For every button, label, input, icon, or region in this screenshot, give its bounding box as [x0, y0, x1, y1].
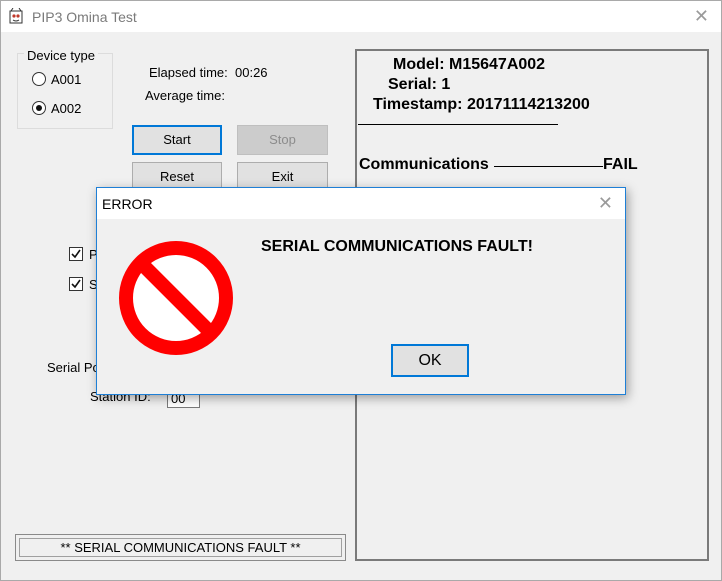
average-time-label: Average time:	[145, 88, 225, 103]
check-icon	[71, 249, 81, 259]
communications-leader	[494, 166, 603, 167]
radio-a002-label: A002	[51, 101, 82, 116]
ok-button[interactable]: OK	[391, 344, 469, 377]
communications-label: Communications	[359, 156, 489, 173]
checkbox-p[interactable]	[69, 247, 83, 261]
elapsed-time-value: 00:26	[235, 65, 268, 80]
device-type-label: Device type	[24, 48, 98, 63]
radio-a001-label: A001	[51, 72, 82, 87]
stop-icon	[119, 241, 233, 355]
radio-a002[interactable]	[32, 101, 46, 115]
serial-port-label: Serial Po	[47, 360, 100, 375]
communications-result: FAIL	[603, 156, 638, 173]
dialog-close-icon[interactable]: ✕	[598, 193, 613, 214]
dialog-title: ERROR	[102, 196, 153, 212]
model-text: Model: M15647A002	[393, 56, 546, 73]
dialog-title-bar: ERROR ✕	[97, 188, 625, 219]
check-icon	[71, 279, 81, 289]
results-divider	[358, 124, 558, 125]
status-bar: ** SERIAL COMMUNICATIONS FAULT **	[15, 534, 346, 561]
error-dialog: ERROR ✕ SERIAL COMMUNICATIONS FAULT! OK	[96, 187, 626, 395]
status-text: ** SERIAL COMMUNICATIONS FAULT **	[19, 538, 342, 557]
timestamp-text: Timestamp: 20171114213200	[373, 96, 590, 113]
start-button[interactable]: Start	[132, 125, 222, 155]
close-icon[interactable]: ✕	[694, 6, 709, 27]
dialog-message: SERIAL COMMUNICATIONS FAULT!	[261, 238, 533, 255]
checkbox-s[interactable]	[69, 277, 83, 291]
stop-button[interactable]: Stop	[237, 125, 328, 155]
app-icon	[9, 8, 23, 24]
window-title: PIP3 Omina Test	[32, 9, 137, 25]
device-type-group	[17, 53, 113, 129]
serial-text: Serial: 1	[388, 76, 451, 93]
title-bar: PIP3 Omina Test ✕	[1, 1, 721, 32]
elapsed-time-label: Elapsed time:	[149, 65, 228, 80]
radio-a001[interactable]	[32, 72, 46, 86]
